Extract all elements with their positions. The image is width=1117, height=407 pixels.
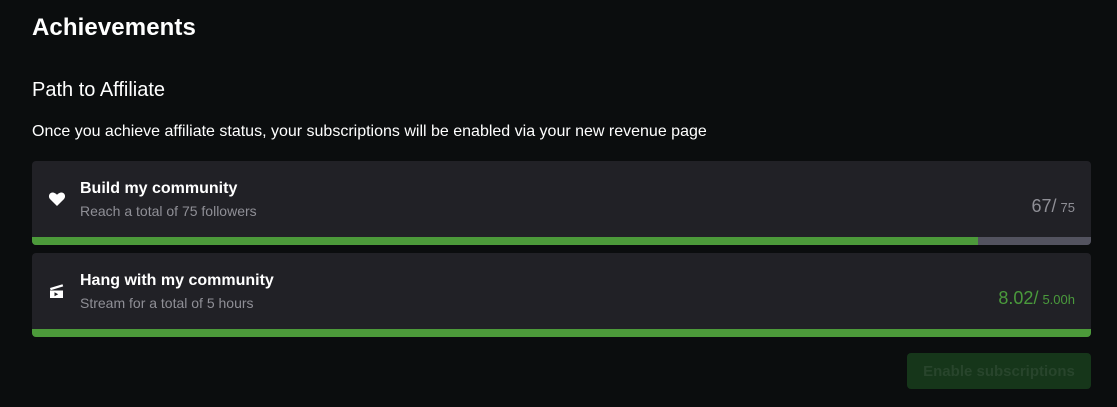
achievement-card-hang-community: Hang with my community Stream for a tota… xyxy=(32,253,1091,337)
enable-subscriptions-button[interactable]: Enable subscriptions xyxy=(907,353,1091,389)
page-title: Achievements xyxy=(32,14,196,41)
section-title: Path to Affiliate xyxy=(32,79,166,101)
achievement-title: Hang with my community xyxy=(80,272,274,289)
progress-bar-fill xyxy=(32,329,1091,337)
progress-bar-fill xyxy=(32,237,978,245)
achievement-progress-text: 8.02/5.00h xyxy=(998,288,1075,309)
progress-current: 8.02/ xyxy=(998,288,1039,308)
achievement-card-build-community: Build my community Reach a total of 75 f… xyxy=(32,161,1091,245)
achievement-subtitle: Stream for a total of 5 hours xyxy=(80,295,254,311)
achievement-title: Build my community xyxy=(80,180,238,197)
achievement-progress-text: 67/75 xyxy=(1032,196,1076,217)
achievement-subtitle: Reach a total of 75 followers xyxy=(80,203,257,219)
progress-goal: 75 xyxy=(1060,200,1075,215)
progress-bar xyxy=(32,329,1091,337)
heart-icon xyxy=(48,190,66,208)
video-camera-icon xyxy=(48,282,66,300)
achievements-page: Achievements Path to Affiliate Once you … xyxy=(0,0,1117,407)
progress-goal: 5.00h xyxy=(1042,292,1075,307)
progress-current: 67/ xyxy=(1031,196,1057,216)
progress-bar xyxy=(32,237,1091,245)
section-description: Once you achieve affiliate status, your … xyxy=(32,123,707,140)
